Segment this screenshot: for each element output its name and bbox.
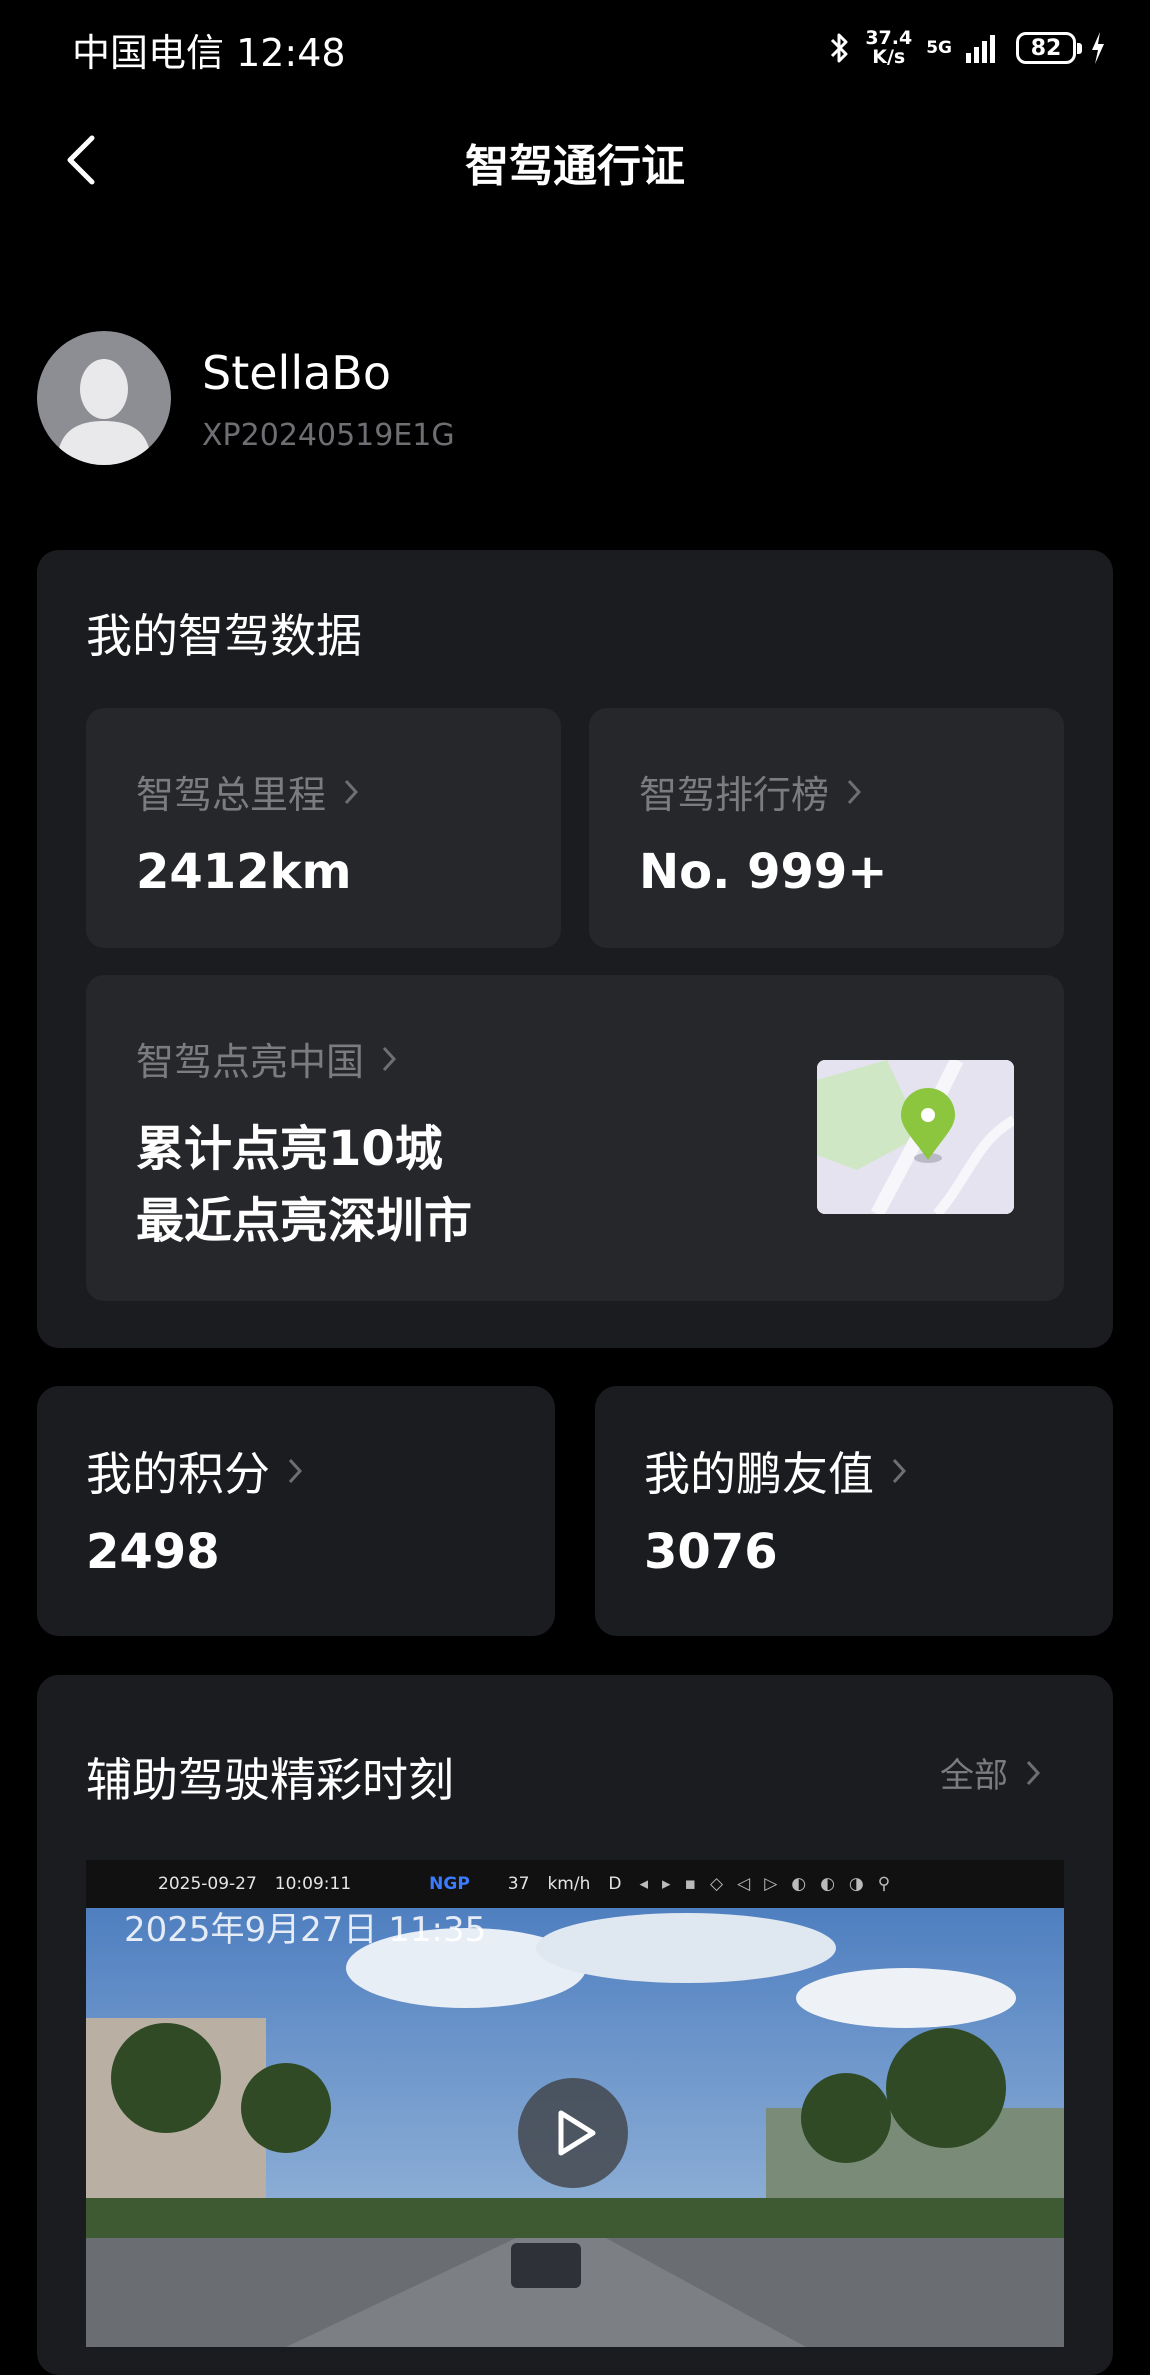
mileage-tile[interactable]: 智驾总里程 2412km (86, 708, 561, 948)
osd-unit: km/h (547, 1874, 591, 1894)
status-icons: 37.4 K/s 5G 82 (829, 22, 1106, 74)
osd-mode: NGP (429, 1874, 470, 1894)
net-speed: 37.4 K/s (865, 29, 912, 67)
chevron-right-icon (847, 779, 862, 804)
osd-gear: D (608, 1874, 622, 1894)
bluetooth-icon (831, 33, 848, 63)
signal-icon (966, 35, 995, 63)
network-type: 5G (926, 37, 952, 58)
osd-date: 2025-09-27 (158, 1874, 257, 1894)
user-id: XP20240519E1G (202, 418, 455, 453)
light-label: 智驾点亮中国 (136, 1040, 365, 1084)
mileage-label: 智驾总里程 (136, 773, 327, 817)
rank-label-row: 智驾排行榜 (639, 764, 863, 819)
page-title: 智驾通行证 (465, 141, 685, 192)
chevron-right-icon (382, 1046, 397, 1071)
username: StellaBo (202, 346, 391, 400)
points-label-row: 我的积分 (86, 1438, 304, 1504)
video-timestamp: 2025年9月27日 11:35 (124, 1910, 487, 1950)
map-pin-icon (817, 1060, 1014, 1214)
friend-value: 3076 (644, 1524, 778, 1580)
user-silhouette-icon (57, 359, 151, 465)
points-value: 2498 (86, 1524, 220, 1580)
video-osd-bar: 2025-09-27 10:09:11 NGP 37 km/h D ◂▸▪◇◁▷… (86, 1860, 1064, 1908)
osd-time: 10:09:11 (274, 1874, 352, 1894)
play-icon (558, 2110, 596, 2156)
play-button[interactable] (518, 2078, 628, 2188)
chevron-right-icon (1026, 1760, 1041, 1785)
map-thumbnail (817, 1060, 1014, 1214)
light-recent-city: 最近点亮深圳市 (136, 1193, 473, 1249)
moments-title: 辅助驾驶精彩时刻 (86, 1753, 454, 1807)
avatar[interactable] (37, 331, 171, 465)
points-card[interactable]: 我的积分 2498 (37, 1386, 555, 1636)
osd-speed: 37 (507, 1874, 530, 1894)
chevron-right-icon (892, 1458, 907, 1484)
friend-value-card[interactable]: 我的鹏友值 3076 (595, 1386, 1113, 1636)
charging-icon (1092, 32, 1104, 64)
osd-indicator-icons: ◂▸▪◇◁▷◐◐◑⚲ (639, 1874, 905, 1894)
chevron-right-icon (344, 779, 359, 804)
light-label-row: 智驾点亮中国 (136, 1031, 398, 1086)
rank-label: 智驾排行榜 (639, 773, 830, 817)
battery-icon: 82 (1016, 32, 1082, 64)
rank-value: No. 999+ (639, 844, 888, 900)
video-thumbnail[interactable]: 2025-09-27 10:09:11 NGP 37 km/h D ◂▸▪◇◁▷… (86, 1860, 1064, 2347)
light-cities-count: 累计点亮10城 (136, 1121, 443, 1177)
net-speed-unit: K/s (872, 46, 906, 68)
battery-level: 82 (1030, 35, 1062, 61)
rank-tile[interactable]: 智驾排行榜 No. 999+ (589, 708, 1064, 948)
moments-all-label: 全部 (940, 1756, 1008, 1796)
friend-label-row: 我的鹏友值 (644, 1438, 908, 1504)
status-carrier-time: 中国电信 12:48 (72, 31, 346, 75)
moments-all-link[interactable]: 全部 (940, 1748, 1042, 1797)
chevron-right-icon (288, 1458, 303, 1484)
mileage-value: 2412km (136, 844, 352, 900)
mileage-label-row: 智驾总里程 (136, 764, 360, 819)
smart-drive-title: 我的智驾数据 (86, 609, 362, 663)
friend-label: 我的鹏友值 (644, 1447, 874, 1501)
points-label: 我的积分 (86, 1447, 270, 1501)
